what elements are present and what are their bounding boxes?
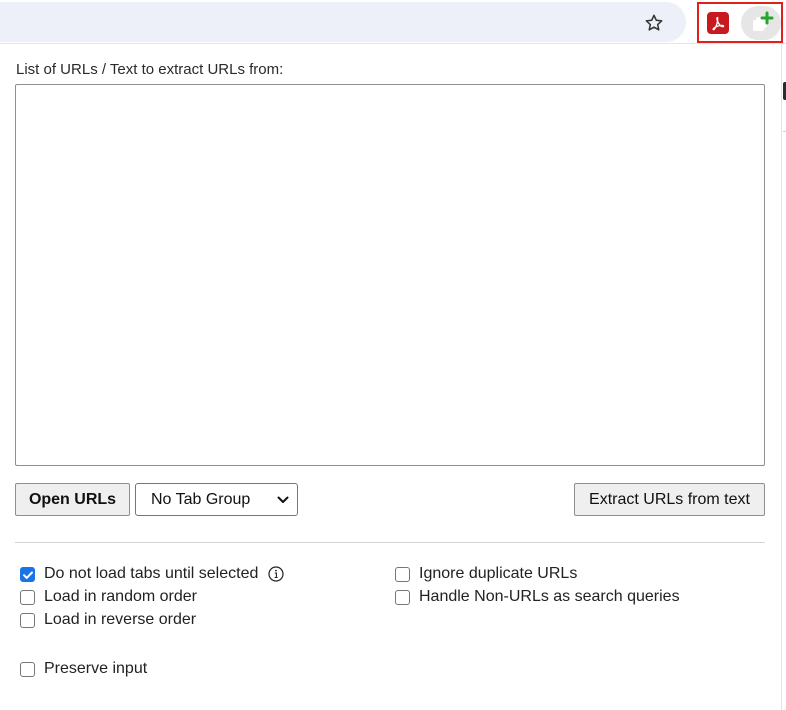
random-order-label: Load in random order <box>44 588 197 605</box>
extract-urls-button[interactable]: Extract URLs from text <box>574 483 765 516</box>
extensions-highlight <box>697 2 783 43</box>
ignore-duplicates-label: Ignore duplicate URLs <box>419 565 578 582</box>
tab-group-select-value: No Tab Group <box>151 490 251 508</box>
option-reverse-order[interactable]: Load in reverse order <box>20 610 196 630</box>
chevron-down-icon <box>277 496 289 503</box>
check-icon <box>23 571 33 579</box>
option-lazy-load[interactable]: Do not load tabs until selected <box>20 564 284 584</box>
random-order-checkbox[interactable] <box>20 589 35 605</box>
acrobat-pdf-icon <box>712 16 725 31</box>
non-urls-search-label: Handle Non-URLs as search queries <box>419 588 680 605</box>
acrobat-extension-button[interactable] <box>707 12 729 34</box>
browser-toolbar <box>0 0 786 44</box>
lazy-load-label: Do not load tabs until selected <box>44 565 259 582</box>
textarea-label: List of URLs / Text to extract URLs from… <box>16 61 284 78</box>
tab-group-select[interactable]: No Tab Group <box>135 483 298 516</box>
info-circle-icon[interactable] <box>268 566 284 582</box>
page-edge <box>781 44 786 710</box>
star-outline-icon <box>645 14 663 31</box>
option-non-urls-search[interactable]: Handle Non-URLs as search queries <box>395 587 680 607</box>
open-urls-button[interactable]: Open URLs <box>15 483 130 516</box>
tab-plus-icon <box>753 11 774 31</box>
lazy-load-checkbox[interactable] <box>20 566 35 582</box>
open-multiple-urls-extension-button[interactable] <box>741 6 781 40</box>
non-urls-search-checkbox[interactable] <box>395 589 410 605</box>
reverse-order-checkbox[interactable] <box>20 612 35 628</box>
urls-textarea[interactable] <box>15 84 765 466</box>
option-random-order[interactable]: Load in random order <box>20 587 197 607</box>
bookmark-star-button[interactable] <box>640 9 668 37</box>
option-ignore-duplicates[interactable]: Ignore duplicate URLs <box>395 564 577 584</box>
ignore-duplicates-checkbox[interactable] <box>395 566 410 582</box>
option-preserve-input[interactable]: Preserve input <box>20 659 147 679</box>
preserve-input-label: Preserve input <box>44 660 148 677</box>
preserve-input-checkbox[interactable] <box>20 661 35 677</box>
options-divider <box>15 542 765 543</box>
reverse-order-label: Load in reverse order <box>44 611 197 628</box>
address-bar[interactable] <box>0 2 686 42</box>
